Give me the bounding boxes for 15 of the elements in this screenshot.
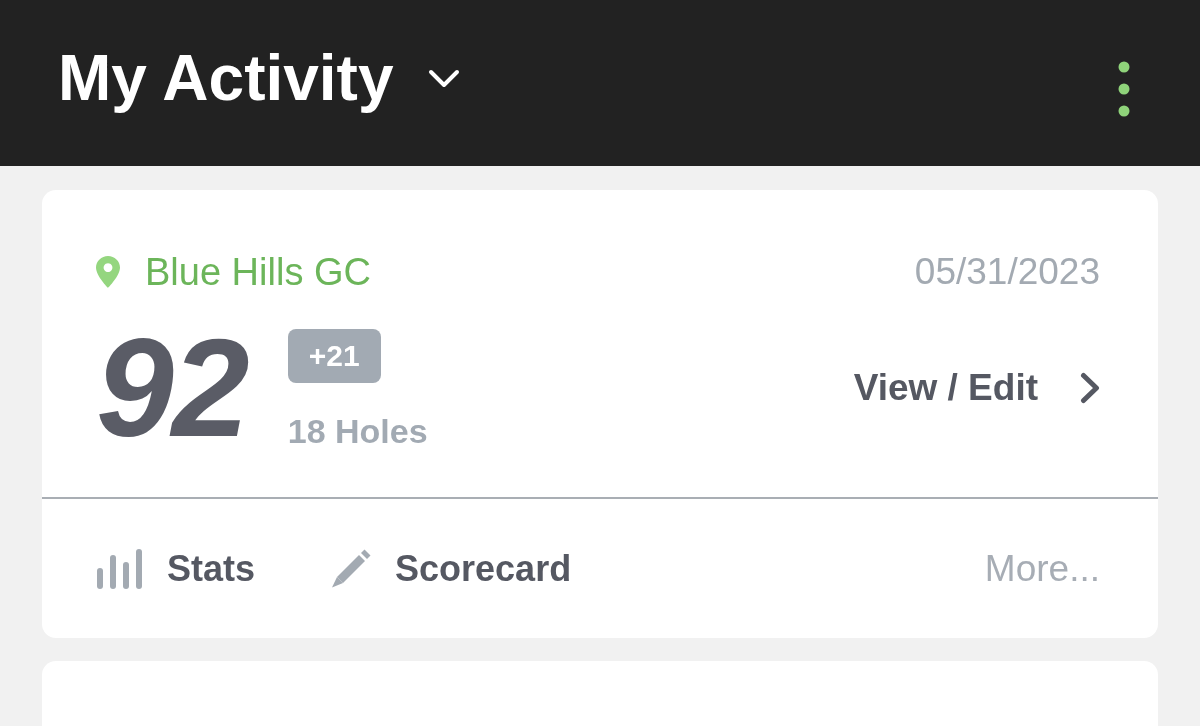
scorecard-button[interactable]: Scorecard [331,546,572,591]
course-name: Blue Hills GC [145,252,371,292]
chevron-right-icon [1080,372,1100,404]
stats-button[interactable]: Stats [97,546,256,591]
over-par-badge: +21 [287,329,381,383]
chevron-down-icon [427,69,460,89]
round-date: 05/31/2023 [914,252,1100,292]
bar-chart-icon [97,548,143,589]
score: 92 [96,318,248,458]
map-pin-icon [96,256,120,288]
pencil-icon [331,549,372,588]
holes-count: 18 Holes [287,411,428,451]
kebab-menu-icon[interactable] [1118,61,1130,117]
view-edit-link[interactable]: View / Edit [853,366,1100,410]
title-dropdown[interactable]: My Activity [58,40,460,116]
